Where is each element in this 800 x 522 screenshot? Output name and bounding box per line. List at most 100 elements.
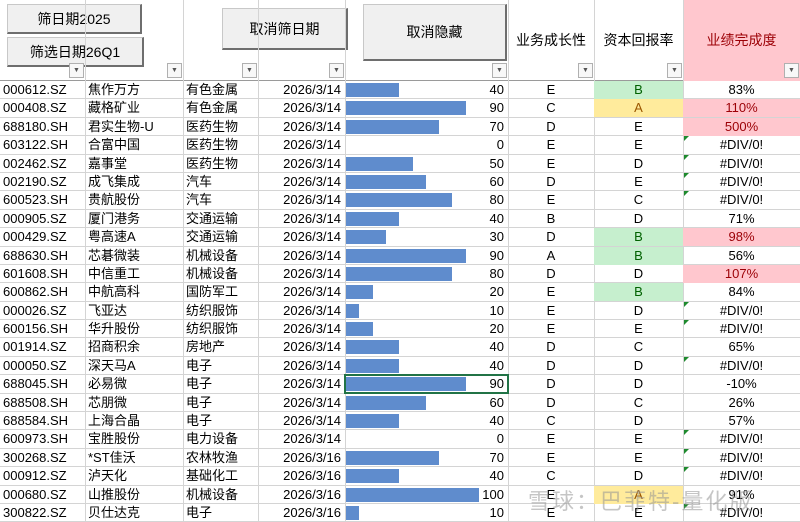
roe-cell[interactable]: E: [594, 173, 683, 191]
growth-cell[interactable]: D: [508, 228, 594, 246]
stock-name-cell[interactable]: 山推股份: [85, 486, 183, 504]
stock-code-cell[interactable]: 688045.SH: [0, 375, 85, 393]
completion-cell[interactable]: #DIV/0!: [683, 191, 800, 209]
filter-dropdown[interactable]: ▼: [784, 63, 799, 78]
completion-cell[interactable]: #DIV/0!: [683, 320, 800, 338]
date-cell[interactable]: 2026/3/14: [258, 173, 345, 191]
score-cell[interactable]: 90: [345, 99, 508, 117]
date-cell[interactable]: 2026/3/14: [258, 430, 345, 448]
filter-dropdown[interactable]: ▼: [492, 63, 507, 78]
stock-code-cell[interactable]: 000408.SZ: [0, 99, 85, 117]
industry-cell[interactable]: 农林牧渔: [183, 449, 258, 467]
stock-code-cell[interactable]: 688508.SH: [0, 394, 85, 412]
filter-dropdown[interactable]: ▼: [667, 63, 682, 78]
stock-code-cell[interactable]: 002190.SZ: [0, 173, 85, 191]
stock-name-cell[interactable]: 嘉事堂: [85, 155, 183, 173]
completion-cell[interactable]: 56%: [683, 247, 800, 265]
roe-cell[interactable]: A: [594, 485, 683, 504]
industry-cell[interactable]: 有色金属: [183, 99, 258, 117]
industry-cell[interactable]: 机械设备: [183, 265, 258, 283]
growth-cell[interactable]: B: [508, 210, 594, 228]
growth-cell[interactable]: D: [508, 173, 594, 191]
industry-cell[interactable]: 电子: [183, 412, 258, 430]
growth-cell[interactable]: E: [508, 430, 594, 448]
completion-cell[interactable]: -10%: [683, 375, 800, 393]
industry-cell[interactable]: 电子: [183, 394, 258, 412]
stock-name-cell[interactable]: 焦作万方: [85, 81, 183, 99]
stock-name-cell[interactable]: 上海合晶: [85, 412, 183, 430]
industry-cell[interactable]: 交通运输: [183, 210, 258, 228]
date-cell[interactable]: 2026/3/14: [258, 136, 345, 154]
growth-cell[interactable]: E: [508, 81, 594, 99]
completion-cell[interactable]: #DIV/0!: [683, 173, 800, 191]
completion-cell[interactable]: #DIV/0!: [683, 357, 800, 375]
growth-cell[interactable]: D: [508, 118, 594, 136]
score-cell[interactable]: 40: [345, 210, 508, 228]
roe-cell[interactable]: B: [594, 246, 683, 265]
completion-cell[interactable]: 110%: [683, 99, 800, 118]
stock-name-cell[interactable]: 招商积余: [85, 338, 183, 356]
stock-name-cell[interactable]: 芯朋微: [85, 394, 183, 412]
roe-cell[interactable]: B: [594, 283, 683, 302]
stock-code-cell[interactable]: 600156.SH: [0, 320, 85, 338]
date-cell[interactable]: 2026/3/14: [258, 210, 345, 228]
date-cell[interactable]: 2026/3/16: [258, 504, 345, 522]
industry-cell[interactable]: 医药生物: [183, 155, 258, 173]
roe-cell[interactable]: C: [594, 338, 683, 356]
growth-cell[interactable]: E: [508, 449, 594, 467]
date-cell[interactable]: 2026/3/14: [258, 320, 345, 338]
completion-cell[interactable]: #DIV/0!: [683, 136, 800, 154]
roe-cell[interactable]: B: [594, 228, 683, 247]
score-cell[interactable]: 40: [345, 338, 508, 356]
industry-cell[interactable]: 汽车: [183, 173, 258, 191]
completion-cell[interactable]: 107%: [683, 264, 800, 283]
stock-code-cell[interactable]: 600862.SH: [0, 283, 85, 301]
stock-code-cell[interactable]: 600523.SH: [0, 191, 85, 209]
stock-code-cell[interactable]: 000905.SZ: [0, 210, 85, 228]
roe-cell[interactable]: E: [594, 320, 683, 338]
date-cell[interactable]: 2026/3/14: [258, 228, 345, 246]
score-cell[interactable]: 40: [345, 357, 508, 375]
roe-cell[interactable]: D: [594, 155, 683, 173]
stock-name-cell[interactable]: 合富中国: [85, 136, 183, 154]
growth-cell[interactable]: E: [508, 191, 594, 209]
stock-name-cell[interactable]: 成飞集成: [85, 173, 183, 191]
growth-cell[interactable]: E: [508, 486, 594, 504]
score-cell[interactable]: 50: [345, 155, 508, 173]
stock-code-cell[interactable]: 000429.SZ: [0, 228, 85, 246]
cancel-filter-button[interactable]: 取消筛日期: [222, 8, 348, 50]
date-cell[interactable]: 2026/3/14: [258, 118, 345, 136]
completion-cell[interactable]: #DIV/0!: [683, 430, 800, 448]
stock-code-cell[interactable]: 001914.SZ: [0, 338, 85, 356]
roe-cell[interactable]: D: [594, 265, 683, 283]
roe-cell[interactable]: E: [594, 118, 683, 136]
score-cell[interactable]: 60: [345, 394, 508, 412]
stock-code-cell[interactable]: 300822.SZ: [0, 504, 85, 522]
stock-code-cell[interactable]: 603122.SH: [0, 136, 85, 154]
date-cell[interactable]: 2026/3/14: [258, 338, 345, 356]
date-cell[interactable]: 2026/3/16: [258, 467, 345, 485]
stock-name-cell[interactable]: 贝仕达克: [85, 504, 183, 522]
roe-cell[interactable]: E: [594, 136, 683, 154]
date-cell[interactable]: 2026/3/14: [258, 412, 345, 430]
completion-cell[interactable]: #DIV/0!: [683, 467, 800, 485]
score-cell[interactable]: 0: [345, 136, 508, 154]
date-cell[interactable]: 2026/3/14: [258, 247, 345, 265]
stock-code-cell[interactable]: 688180.SH: [0, 118, 85, 136]
growth-cell[interactable]: C: [508, 412, 594, 430]
roe-cell[interactable]: D: [594, 210, 683, 228]
stock-name-cell[interactable]: 中信重工: [85, 265, 183, 283]
date-cell[interactable]: 2026/3/14: [258, 302, 345, 320]
growth-cell[interactable]: E: [508, 504, 594, 522]
completion-cell[interactable]: #DIV/0!: [683, 302, 800, 320]
stock-code-cell[interactable]: 002462.SZ: [0, 155, 85, 173]
score-cell[interactable]: 100: [345, 486, 508, 504]
stock-code-cell[interactable]: 000612.SZ: [0, 81, 85, 99]
stock-code-cell[interactable]: 601608.SH: [0, 265, 85, 283]
date-cell[interactable]: 2026/3/16: [258, 486, 345, 504]
industry-cell[interactable]: 电子: [183, 357, 258, 375]
score-cell[interactable]: 70: [345, 118, 508, 136]
stock-code-cell[interactable]: 000050.SZ: [0, 357, 85, 375]
industry-cell[interactable]: 房地产: [183, 338, 258, 356]
industry-cell[interactable]: 基础化工: [183, 467, 258, 485]
